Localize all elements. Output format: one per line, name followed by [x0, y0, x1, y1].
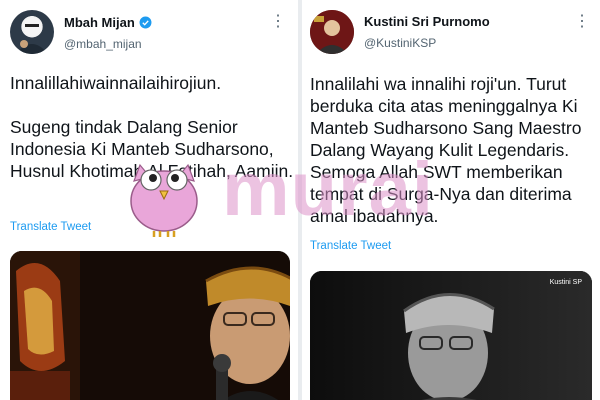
tweet-photo[interactable]: Kustini SP	[310, 271, 592, 400]
more-icon[interactable]: ⋮	[574, 14, 590, 30]
tweet-header: Kustini Sri Purnomo @KustiniKSP ⋮	[302, 0, 600, 62]
author-handle[interactable]: @KustiniKSP	[364, 36, 436, 50]
author-name[interactable]: Mbah Mijan	[64, 15, 152, 32]
owl-mascot-icon	[124, 153, 204, 239]
translate-tweet-link[interactable]: Translate Tweet	[10, 221, 91, 233]
avatar[interactable]	[310, 10, 354, 54]
tweet-header: Mbah Mijan @mbah_mijan ⋮	[0, 0, 298, 62]
screenshot-page: Mbah Mijan @mbah_mijan ⋮ Innalillahiwain…	[0, 0, 600, 400]
tweet-text-line-1: Innalillahiwainnailaihirojiun.	[10, 73, 222, 93]
media-caption: Kustini SP	[549, 279, 582, 286]
avatar[interactable]	[10, 10, 54, 54]
tweet-photo[interactable]	[10, 251, 290, 400]
verified-badge-icon	[139, 16, 152, 32]
translate-tweet-link[interactable]: Translate Tweet	[310, 240, 391, 252]
author-handle[interactable]: @mbah_mijan	[64, 37, 142, 51]
more-icon[interactable]: ⋮	[270, 14, 286, 30]
author-name[interactable]: Kustini Sri Purnomo	[364, 14, 490, 29]
watermark-logo: murai	[222, 147, 434, 232]
